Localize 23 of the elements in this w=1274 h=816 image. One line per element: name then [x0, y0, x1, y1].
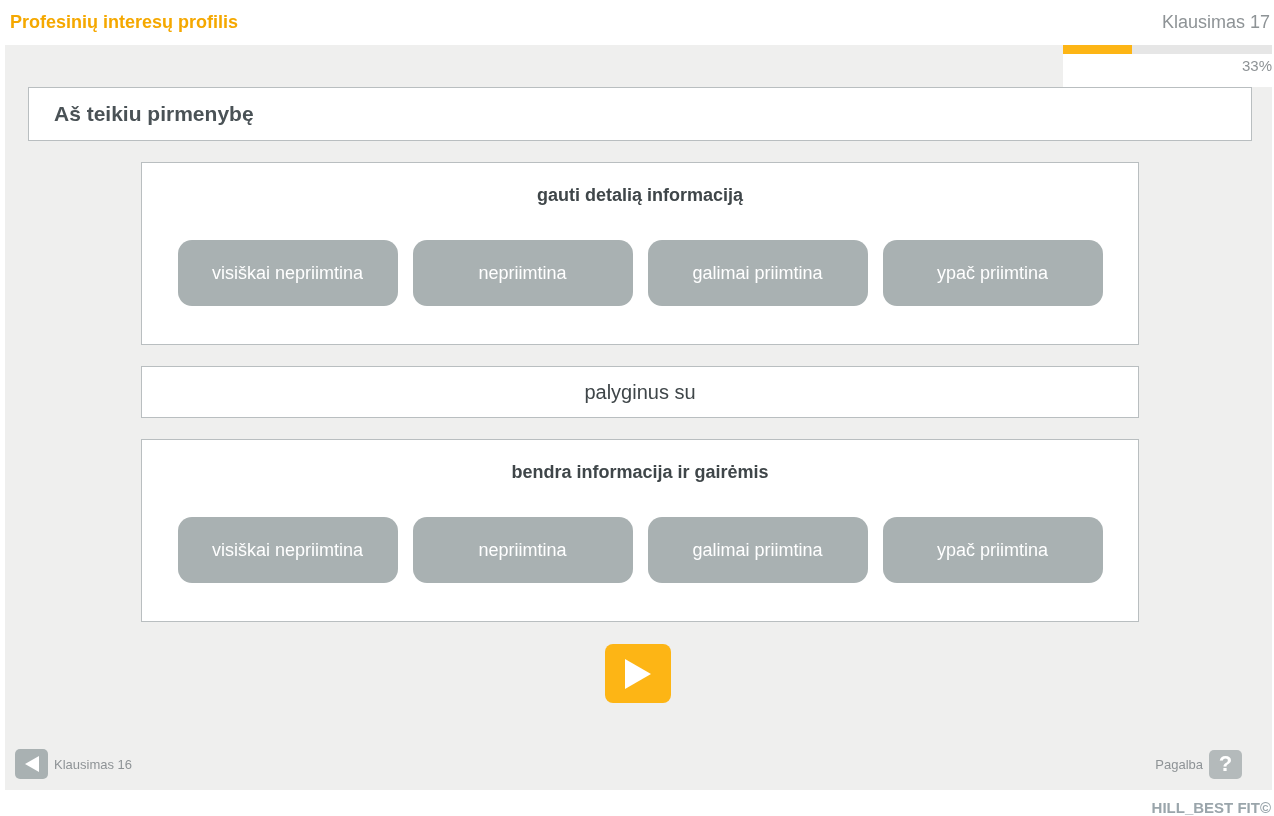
answer-option[interactable]: galimai priimtina	[647, 517, 868, 583]
statement-text: bendra informacija ir gairėmis	[511, 462, 769, 483]
answer-option[interactable]: nepriimtina	[412, 240, 633, 306]
answer-option[interactable]: galimai priimtina	[647, 240, 868, 306]
brand-logo: HILL_BEST FIT©	[1151, 799, 1271, 816]
answer-option[interactable]: visiškai nepriimtina	[177, 240, 398, 306]
statement-text: gauti detalią informaciją	[536, 185, 744, 206]
next-button[interactable]	[604, 644, 671, 703]
answer-option[interactable]: ypač priimtina	[882, 240, 1103, 306]
help-button[interactable]: ?	[1209, 749, 1242, 779]
answer-option[interactable]: visiškai nepriimtina	[177, 517, 398, 583]
answer-option[interactable]: ypač priimtina	[882, 517, 1103, 583]
triangle-left-icon	[23, 755, 40, 773]
progress-percent: 33%	[1241, 57, 1272, 74]
back-button[interactable]	[15, 749, 48, 779]
play-icon	[622, 656, 653, 691]
app-title: Profesinių interesų profilis	[10, 12, 239, 33]
help-label[interactable]: Pagalba	[1155, 756, 1203, 772]
question-text: Aš teikiu pirmenybę	[54, 102, 254, 126]
answer-option[interactable]: nepriimtina	[412, 517, 633, 583]
back-label[interactable]: Klausimas 16	[54, 756, 133, 772]
question-counter: Klausimas 17	[1161, 12, 1270, 33]
separator-text: palyginus su	[584, 380, 696, 404]
